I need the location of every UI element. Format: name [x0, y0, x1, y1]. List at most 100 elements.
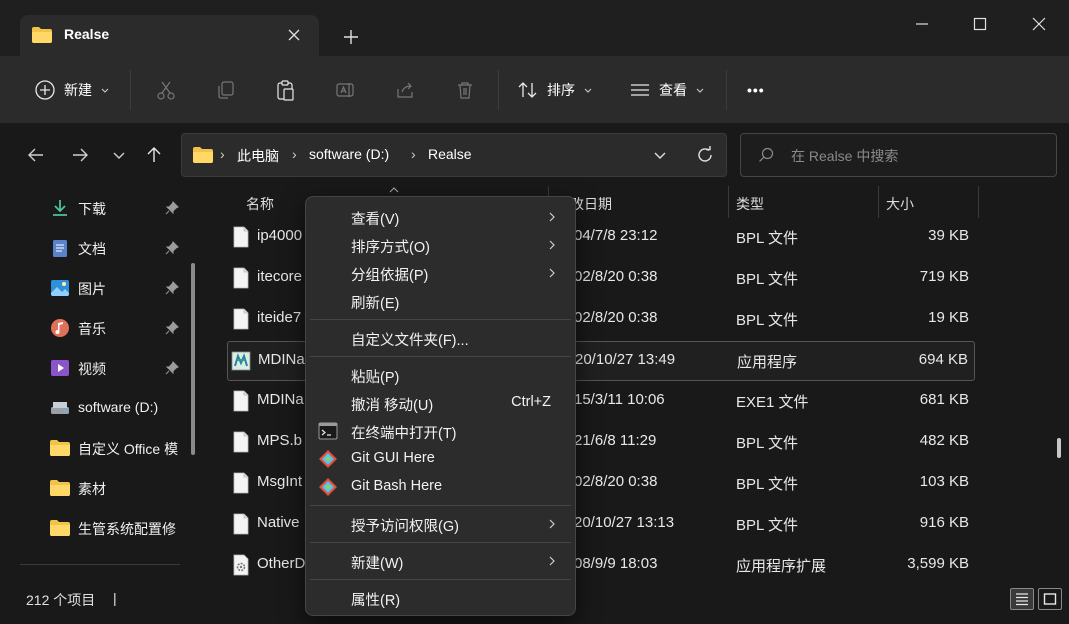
file-name: MPS.b [257, 432, 303, 449]
new-tab-button[interactable] [340, 26, 362, 48]
dll-icon [233, 554, 249, 576]
sort-button[interactable]: 排序 [517, 56, 593, 124]
menu-separator [310, 319, 571, 320]
file-name: itecore [257, 268, 303, 285]
toolbar-divider [130, 70, 131, 110]
sidebar-item-pictures[interactable]: 图片 [0, 268, 200, 308]
file-name: MDINa [257, 391, 304, 408]
file-icon [233, 431, 249, 453]
menu-separator [310, 542, 571, 543]
paste-icon[interactable] [271, 76, 299, 104]
view-label: 查看 [659, 82, 687, 98]
menu-item-sort[interactable]: 排序方式(O) [310, 231, 571, 259]
file-date-modified: 20/10/27 13:49 [575, 351, 676, 368]
sidebar-scrollbar[interactable] [191, 263, 195, 455]
recent-chevron-icon[interactable] [106, 142, 132, 168]
file-type: EXE1 文件 [736, 394, 809, 411]
navigation-bar: › 此电脑 › software (D:) › Realse 在 Realse … [0, 124, 1069, 186]
toolbar-divider [498, 70, 499, 110]
menu-item-refresh[interactable]: 刷新(E) [310, 287, 571, 315]
column-header-size[interactable]: 大小 [886, 194, 914, 214]
rename-icon[interactable] [331, 76, 359, 104]
menu-item-properties[interactable]: 属性(R) [310, 584, 571, 612]
maximize-button[interactable] [966, 10, 994, 38]
copy-icon[interactable] [212, 76, 240, 104]
column-header-name[interactable]: 名称 [246, 194, 274, 214]
file-list-scrollbar[interactable] [1057, 438, 1061, 458]
menu-item-git-gui[interactable]: Git GUI Here [310, 445, 571, 473]
menu-item-group[interactable]: 分组依据(P) [310, 259, 571, 287]
delete-icon[interactable] [451, 76, 479, 104]
file-icon [233, 226, 249, 248]
sidebar-item-config[interactable]: 生管系统配置修 [0, 508, 200, 548]
sidebar-item-materials[interactable]: 素材 [0, 468, 200, 508]
pin-icon [165, 321, 179, 335]
menu-separator [310, 505, 571, 506]
file-date-modified: 21/6/8 11:29 [574, 432, 657, 449]
search-placeholder: 在 Realse 中搜索 [791, 148, 899, 164]
chevron-down-icon [101, 88, 109, 93]
address-bar[interactable]: › 此电脑 › software (D:) › Realse [181, 133, 727, 177]
terminal-icon [318, 422, 338, 440]
breadcrumb-this-pc[interactable]: 此电脑 [237, 146, 279, 166]
details-view-icon[interactable] [1010, 588, 1034, 610]
search-box[interactable]: 在 Realse 中搜索 [740, 133, 1057, 177]
menu-item-new[interactable]: 新建(W) [310, 547, 571, 575]
cut-icon[interactable] [152, 76, 180, 104]
sidebar-item-label: 自定义 Office 模 [78, 441, 179, 457]
chevron-right-icon [549, 268, 555, 278]
column-header-type[interactable]: 类型 [736, 194, 764, 214]
download-icon [53, 200, 67, 216]
chevron-down-icon[interactable] [652, 147, 668, 163]
back-arrow-icon[interactable] [23, 142, 49, 168]
add-circle-icon [35, 80, 55, 100]
tab-realse[interactable]: Realse [20, 15, 319, 56]
sidebar-item-software-d[interactable]: software (D:) [0, 388, 200, 428]
menu-item-label: 分组依据(P) [351, 268, 429, 284]
menu-separator [310, 579, 571, 580]
file-size: 103 KB [919, 473, 969, 490]
column-divider[interactable] [978, 186, 979, 218]
close-window-button[interactable] [1025, 10, 1053, 38]
breadcrumb-realse[interactable]: Realse [428, 146, 472, 162]
status-separator: | [113, 590, 117, 606]
menu-item-label: 刷新(E) [351, 296, 400, 312]
column-divider[interactable] [878, 186, 879, 218]
command-bar: 新建 排序 查看 ••• [0, 56, 1069, 124]
title-bar: Realse [0, 0, 1069, 56]
menu-item-paste[interactable]: 粘贴(P) [310, 361, 571, 389]
sidebar-item-music[interactable]: 音乐 [0, 308, 200, 348]
folder-icon [32, 27, 52, 43]
pin-icon [165, 241, 179, 255]
up-arrow-icon[interactable] [141, 142, 167, 168]
close-tab-icon[interactable] [284, 25, 304, 45]
sidebar-item-videos[interactable]: 视频 [0, 348, 200, 388]
menu-item-label: 撤消 移动(U) [351, 398, 434, 414]
tiles-view-icon[interactable] [1038, 588, 1062, 610]
menu-item-git-bash[interactable]: Git Bash Here [310, 473, 571, 501]
sidebar-item-office-templates[interactable]: 自定义 Office 模 [0, 428, 200, 468]
shortcut-label: Ctrl+Z [511, 394, 551, 410]
menu-item-customize-folder[interactable]: 自定义文件夹(F)... [310, 324, 571, 352]
sidebar-item-downloads[interactable]: 下载 [0, 188, 200, 228]
file-size: 482 KB [919, 432, 969, 449]
new-button[interactable]: 新建 [34, 56, 110, 124]
refresh-icon[interactable] [694, 144, 716, 166]
view-button[interactable]: 查看 [629, 56, 705, 124]
menu-item-view[interactable]: 查看(V) [310, 203, 571, 231]
column-divider[interactable] [728, 186, 729, 218]
sidebar-item-documents[interactable]: 文档 [0, 228, 200, 268]
menu-item-give-access[interactable]: 授予访问权限(G) [310, 510, 571, 538]
file-name: OtherD [257, 555, 306, 572]
menu-item-label: 新建(W) [351, 556, 404, 572]
pin-icon [165, 361, 179, 375]
forward-arrow-icon[interactable] [67, 142, 93, 168]
menu-item-label: 排序方式(O) [351, 240, 430, 256]
share-icon[interactable] [391, 76, 419, 104]
more-options-button[interactable]: ••• [747, 56, 765, 124]
menu-item-open-terminal[interactable]: 在终端中打开(T) [310, 417, 571, 445]
breadcrumb-software-d[interactable]: software (D:) [309, 146, 389, 162]
minimize-button[interactable] [908, 10, 936, 38]
menu-item-undo-move[interactable]: 撤消 移动(U) Ctrl+Z [310, 389, 571, 417]
file-name: ip4000 [257, 227, 303, 244]
